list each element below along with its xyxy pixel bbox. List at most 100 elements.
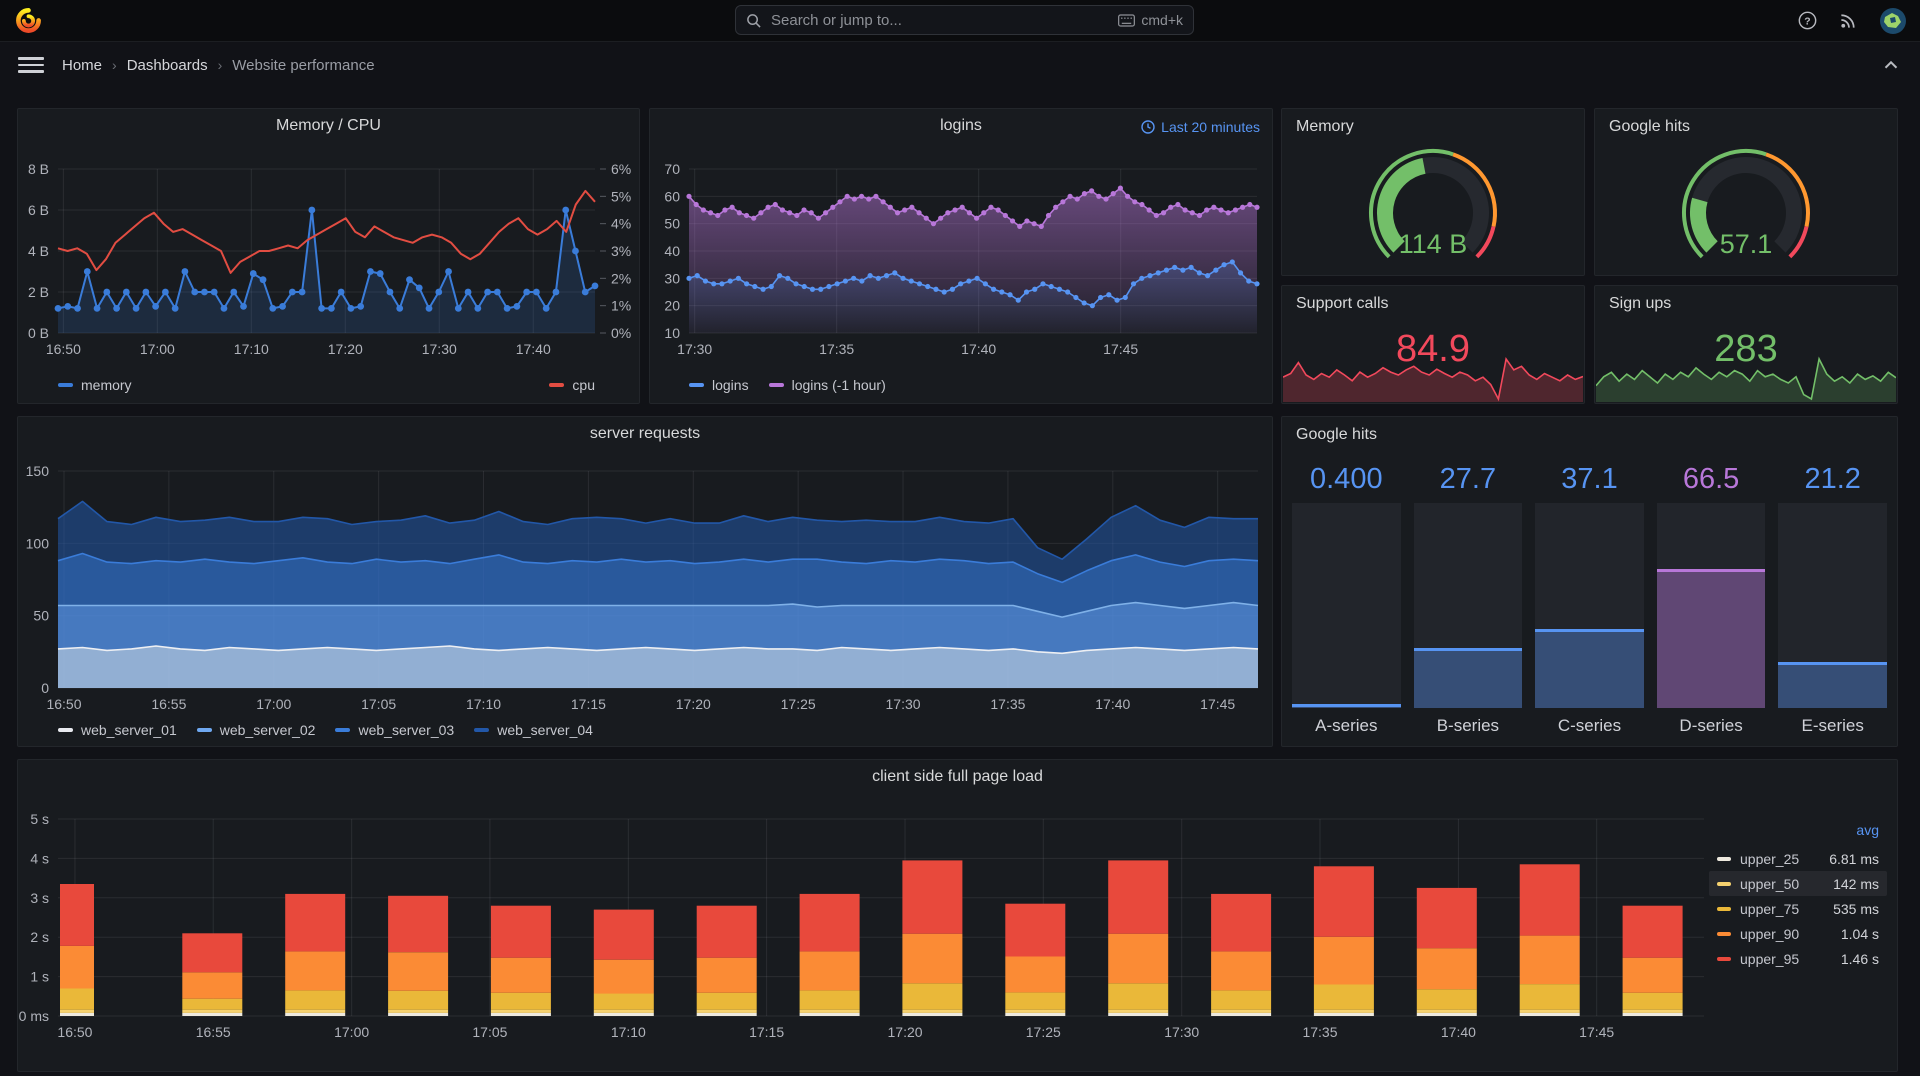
svg-text:50: 50 [664,216,680,232]
bar-gauge-bar [1656,503,1766,708]
svg-text:5%: 5% [611,188,631,204]
legend-label: web_server_02 [219,722,316,738]
collapse-chevron-up-icon[interactable] [1880,54,1902,76]
svg-text:17:40: 17:40 [1441,1024,1476,1040]
legend-label: cpu [572,377,595,393]
legend-item-upper_50[interactable]: upper_50 142 ms [1709,871,1887,896]
bar-gauge-fill [1656,568,1766,708]
breadcrumb-home[interactable]: Home [62,57,102,74]
bar-gauge-label: B-series [1436,716,1500,735]
bar-gauge-value: 37.1 [1561,463,1618,495]
legend-item-web_server_04[interactable]: web_server_04 [474,722,593,738]
legend-swatch [689,383,704,387]
bar-gauge-fill [1535,628,1644,708]
legend-item-upper_25[interactable]: upper_25 6.81 ms [1709,846,1887,871]
legend-swatch [1717,906,1731,911]
legend-avg-header[interactable]: avg [1709,822,1887,846]
search-bar[interactable]: cmd+k [735,5,1194,35]
legend-label: logins [712,377,749,393]
svg-text:10: 10 [664,325,680,341]
svg-text:17:45: 17:45 [1579,1024,1614,1040]
legend-item-web_server_03[interactable]: web_server_03 [335,722,454,738]
bar-gauge-value: 21.2 [1804,463,1861,495]
legend-swatch [1717,856,1731,861]
panel-title[interactable]: Sign ups [1609,295,1671,313]
svg-text:57.1: 57.1 [1720,229,1773,259]
menu-toggle-icon[interactable] [18,53,44,77]
legend-item-web_server_01[interactable]: web_server_01 [58,722,177,738]
search-input[interactable] [769,10,1119,30]
svg-text:70: 70 [664,161,680,177]
legend-swatch [768,383,784,387]
top-navbar: cmd+k ? [0,0,1920,42]
svg-text:0: 0 [41,680,49,696]
svg-text:17:35: 17:35 [819,341,854,357]
legend-item-upper_90[interactable]: upper_90 1.04 s [1709,921,1887,946]
help-icon[interactable]: ? [1798,11,1817,30]
svg-text:2%: 2% [611,270,631,286]
breadcrumb-separator: › [217,57,223,73]
bar-gauge-label: D-series [1679,716,1743,735]
legend-swatch [1717,881,1731,886]
bar-gauge-value: 27.7 [1439,463,1497,495]
bar-gauge-label: A-series [1315,716,1378,735]
svg-text:17:35: 17:35 [990,696,1025,712]
svg-text:4 B: 4 B [28,243,49,259]
svg-text:17:30: 17:30 [422,341,457,357]
support-calls-sparkline [1282,356,1584,402]
client-load-chart[interactable]: 16:50 16:55 17:00 17:05 17:10 17:15 17:20 17:25… [18,760,1897,1071]
svg-text:17:35: 17:35 [1302,1024,1337,1040]
svg-text:6%: 6% [611,161,631,177]
svg-text:100: 100 [26,535,50,551]
news-rss-icon[interactable] [1839,11,1858,30]
legend-label: upper_95 [1740,950,1800,967]
svg-text:17:45: 17:45 [1103,341,1138,357]
legend-item-upper_75[interactable]: upper_75 535 ms [1709,896,1887,921]
panel-title[interactable]: Google hits [1296,426,1377,444]
svg-text:0%: 0% [611,325,631,341]
svg-text:1 s: 1 s [30,969,49,985]
legend-item-memory[interactable]: memory [58,377,132,393]
server-requests-chart[interactable]: 16:50 16:55 17:00 17:05 17:10 17:15 17:20 17:25… [18,417,1272,746]
legend-label: upper_25 [1740,850,1800,867]
memory-cpu-chart[interactable]: 16:50 17:00 17:10 17:20 17:30 17:40 8 B 6 B 4 B 2… [18,109,639,403]
svg-text:17:00: 17:00 [334,1024,369,1040]
svg-text:1%: 1% [611,298,631,314]
shortcut-hint: cmd+k [1118,12,1183,28]
panel-title[interactable]: Memory [1296,118,1354,136]
svg-text:17:05: 17:05 [472,1024,507,1040]
panel-google-hits-bars: Google hits 0.400 A-series 27.7 B-series 37.… [1281,416,1898,747]
svg-text:17:00: 17:00 [140,341,175,357]
legend-item-web_server_02[interactable]: web_server_02 [196,722,316,738]
legend-label: logins (-1 hour) [791,377,886,393]
legend-item-upper_95[interactable]: upper_95 1.46 s [1709,946,1887,971]
logins-chart[interactable]: 17:30 17:35 17:40 17:45 70 60 50 40 30 20 10 [650,109,1272,403]
user-avatar[interactable] [1880,7,1906,34]
bar-gauge-bar [1292,503,1401,708]
bar-gauge-value: 0.400 [1310,463,1383,495]
svg-text:8 B: 8 B [28,161,49,177]
legend-label: web_server_01 [81,722,177,738]
svg-text:17:00: 17:00 [256,696,291,712]
bar-gauge-column-C-series: 37.1 C-series [1535,463,1644,736]
grafana-logo[interactable] [15,7,42,34]
legend-avg-value: 142 ms [1833,875,1879,892]
panel-title[interactable]: Google hits [1609,118,1690,136]
google-hits-bar-gauge: 0.400 A-series 27.7 B-series 37.1 C-series 66.… [1292,463,1887,736]
legend-label: web_server_03 [358,722,455,738]
svg-text:17:20: 17:20 [676,696,711,712]
panel-title[interactable]: Support calls [1296,295,1389,313]
breadcrumb-dashboards[interactable]: Dashboards [127,57,208,74]
breadcrumb-current: Website performance [232,56,375,74]
svg-text:150: 150 [26,463,50,479]
legend-item-logins (-1 hour)[interactable]: logins (-1 hour) [768,377,886,393]
bar-gauge-column-A-series: 0.400 A-series [1292,463,1401,736]
legend-item-logins[interactable]: logins [689,377,749,393]
legend-item-cpu[interactable]: cpu [549,377,595,393]
bar-gauge-fill [1778,661,1887,708]
svg-text:30: 30 [664,270,680,286]
svg-text:16:50: 16:50 [57,1024,92,1040]
bar-gauge-column-B-series: 27.7 B-series [1413,463,1523,736]
svg-text:3 s: 3 s [30,890,49,906]
legend-label: web_server_04 [497,722,593,738]
